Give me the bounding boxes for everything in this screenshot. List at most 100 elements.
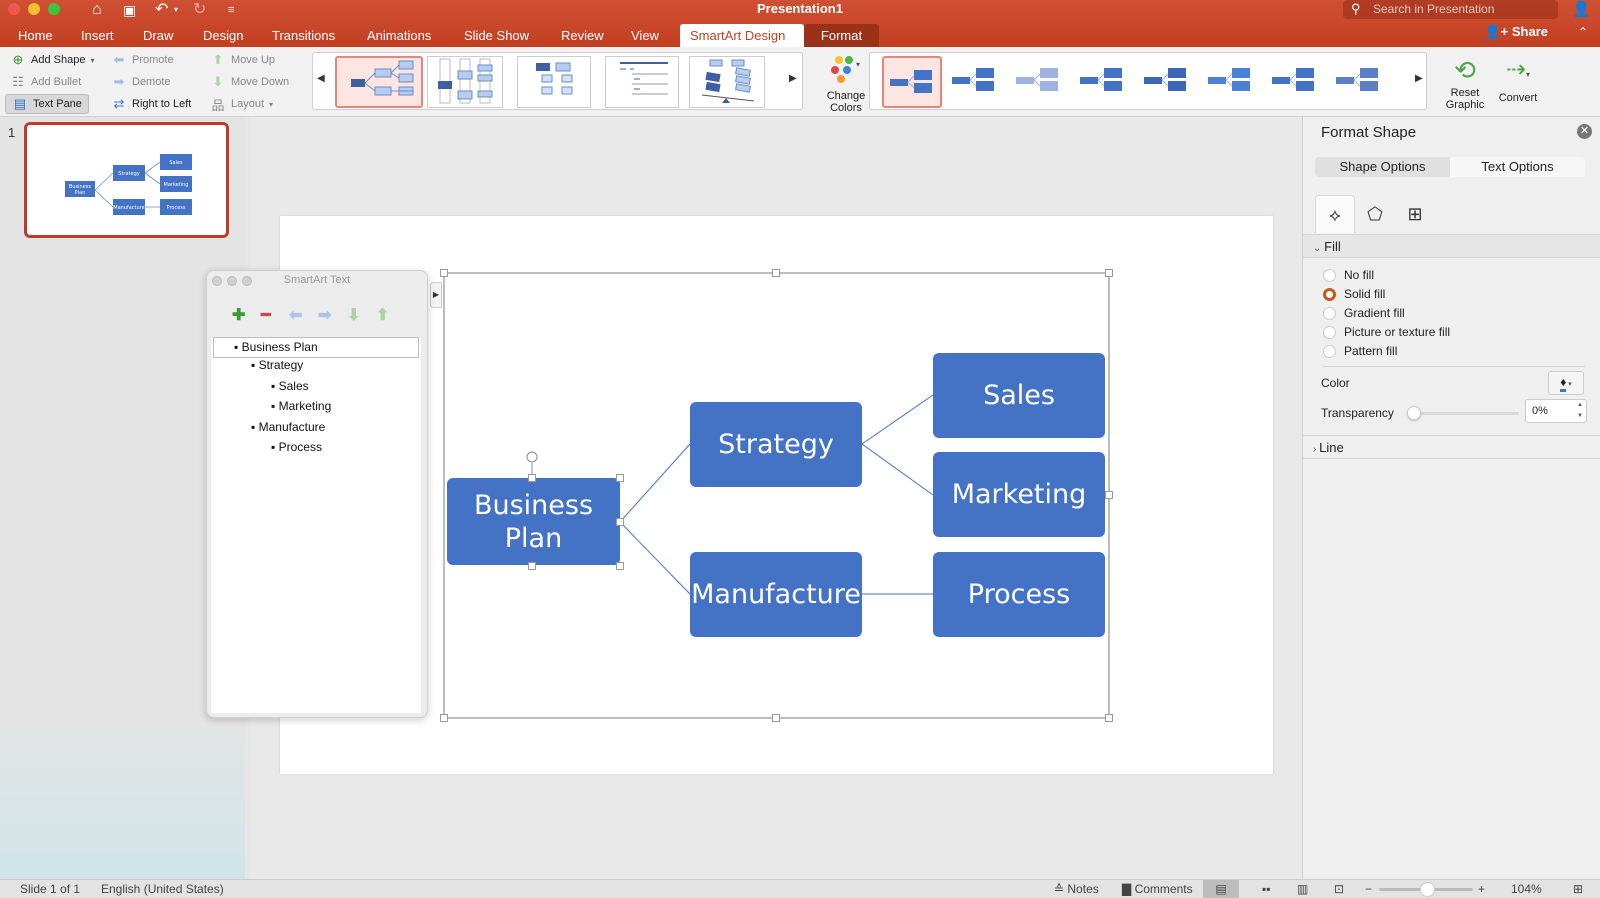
list-item[interactable]: ▪ Sales: [271, 379, 309, 393]
smartart-node-business-plan[interactable]: Business Plan: [447, 478, 620, 565]
fit-to-window-icon[interactable]: ⊞: [1573, 882, 1583, 896]
zoom-in-button[interactable]: +: [1478, 882, 1485, 896]
radio-no-fill[interactable]: No fill: [1323, 266, 1374, 284]
list-item[interactable]: ▪ Marketing: [271, 399, 331, 413]
slide-info: Slide 1 of 1: [20, 882, 81, 896]
radio-label: Picture or texture fill: [1344, 325, 1451, 339]
reading-view-button[interactable]: ▥: [1297, 882, 1308, 896]
text-options-tab[interactable]: Text Options: [1450, 157, 1585, 177]
move-down-arrow-icon[interactable]: ⬇: [347, 305, 360, 325]
slideshow-button[interactable]: ⊡: [1334, 882, 1344, 896]
transparency-value: 0%: [1532, 405, 1548, 417]
zoom-out-button[interactable]: −: [1365, 882, 1372, 896]
connector-line: [619, 443, 691, 523]
list-item[interactable]: ▪ Manufacture: [251, 420, 325, 434]
status-bar: Slide 1 of 1 English (United States) ≙ N…: [0, 879, 1600, 898]
resize-handle[interactable]: [616, 562, 624, 570]
remove-item-icon[interactable]: ━: [261, 305, 271, 325]
resize-handle[interactable]: [616, 474, 624, 482]
transparency-label: Transparency: [1321, 406, 1394, 420]
item-text: Process: [278, 440, 322, 454]
radio-solid-fill[interactable]: Solid fill: [1323, 285, 1385, 303]
radio-gradient-fill[interactable]: Gradient fill: [1323, 304, 1405, 322]
promote-arrow-icon[interactable]: ⬅: [289, 305, 302, 325]
item-text: Strategy: [258, 358, 304, 372]
item-text: Sales: [278, 379, 309, 393]
text-pane-title: SmartArt Text: [283, 274, 351, 286]
smartart-node-process[interactable]: Process: [933, 552, 1105, 637]
radio-picture-fill[interactable]: Picture or texture fill: [1323, 323, 1450, 341]
radio-circle: [1323, 268, 1336, 282]
node-text-line: Business: [473, 489, 594, 521]
options-segmented-control: Shape Options Text Options: [1315, 157, 1585, 177]
demote-arrow-icon[interactable]: ➡: [318, 305, 331, 325]
item-text: Manufacture: [258, 420, 326, 434]
fill-section-label: Fill: [1324, 239, 1341, 254]
radio-label: No fill: [1344, 268, 1375, 282]
radio-label: Solid fill: [1344, 287, 1386, 301]
effects-pentagon-icon[interactable]: ⬠: [1355, 195, 1395, 233]
add-item-icon[interactable]: ✚: [232, 305, 245, 325]
format-shape-pane: Format Shape ✕ Shape Options Text Option…: [1302, 117, 1600, 879]
frame-handle[interactable]: [1105, 269, 1113, 277]
comment-icon: ▇: [1122, 882, 1135, 896]
format-category-tabs: ⟡ ⬠ ⊞: [1315, 195, 1435, 233]
zoom-slider-knob[interactable]: [1419, 882, 1435, 897]
notes-label: Notes: [1067, 882, 1099, 896]
item-text: Business Plan: [241, 340, 318, 354]
slide-sorter-button[interactable]: ▪▪: [1262, 882, 1271, 896]
zoom-slider[interactable]: [1379, 882, 1473, 897]
close-icon[interactable]: ✕: [1577, 124, 1592, 139]
text-pane-list[interactable]: ▪ Business Plan ▪ Strategy ▪ Sales ▪ Mar…: [211, 337, 421, 713]
slider-knob[interactable]: [1407, 406, 1421, 420]
divider: [1323, 366, 1585, 367]
notes-button[interactable]: ≙ Notes: [1054, 882, 1099, 896]
comments-button[interactable]: ▇ Comments: [1122, 882, 1193, 896]
frame-handle[interactable]: [1105, 491, 1113, 499]
radio-circle: [1323, 306, 1336, 320]
color-picker-button[interactable]: ♦ ▾: [1548, 371, 1584, 395]
stepper-icon[interactable]: ▲ ▼: [1577, 400, 1583, 422]
notes-icon: ≙: [1054, 882, 1068, 896]
normal-view-button[interactable]: ▤: [1203, 880, 1239, 898]
fill-section-header[interactable]: ⌄ Fill: [1303, 234, 1600, 258]
book-icon: ▥: [1297, 882, 1309, 896]
resize-handle[interactable]: [616, 518, 624, 526]
item-text: Marketing: [278, 399, 332, 413]
normal-view-icon: ▤: [1215, 882, 1227, 896]
frame-handle[interactable]: [440, 714, 448, 722]
size-properties-icon[interactable]: ⊞: [1395, 195, 1435, 233]
list-item[interactable]: ▪ Strategy: [251, 358, 303, 372]
list-item[interactable]: ▪ Process: [271, 440, 322, 454]
radio-pattern-fill[interactable]: Pattern fill: [1323, 342, 1397, 360]
shape-options-tab[interactable]: Shape Options: [1315, 157, 1450, 177]
smartart-node-sales[interactable]: Sales: [933, 353, 1105, 438]
language-indicator[interactable]: English (United States): [101, 882, 224, 896]
radio-circle: [1323, 325, 1336, 339]
frame-handle[interactable]: [440, 269, 448, 277]
node-text-line: Plan: [504, 522, 563, 554]
transparency-slider[interactable]: [1407, 406, 1519, 420]
connector-line: [619, 521, 691, 595]
text-pane-toggle-icon[interactable]: ▶: [430, 282, 442, 308]
radio-label: Gradient fill: [1344, 306, 1405, 320]
frame-handle[interactable]: [772, 714, 780, 722]
smartart-node-manufacture[interactable]: Manufacture: [690, 552, 862, 637]
frame-handle[interactable]: [772, 269, 780, 277]
smartart-node-strategy[interactable]: Strategy: [690, 402, 862, 487]
radio-label: Pattern fill: [1344, 344, 1398, 358]
resize-handle[interactable]: [528, 474, 536, 482]
fill-line-icon[interactable]: ⟡: [1315, 195, 1355, 233]
rotate-handle-icon[interactable]: [526, 451, 538, 463]
smartart-node-marketing[interactable]: Marketing: [933, 452, 1105, 537]
format-pane-title: Format Shape: [1321, 124, 1417, 141]
resize-handle[interactable]: [528, 562, 536, 570]
zoom-level[interactable]: 104%: [1511, 882, 1542, 896]
list-item[interactable]: ▪ Business Plan: [213, 337, 419, 358]
line-section-header[interactable]: › Line: [1303, 435, 1600, 459]
radio-circle: [1323, 344, 1336, 358]
move-up-arrow-icon[interactable]: ⬆: [376, 305, 389, 325]
radio-circle-selected: [1323, 287, 1336, 301]
transparency-input[interactable]: 0% ▲ ▼: [1525, 399, 1587, 423]
frame-handle[interactable]: [1105, 714, 1113, 722]
